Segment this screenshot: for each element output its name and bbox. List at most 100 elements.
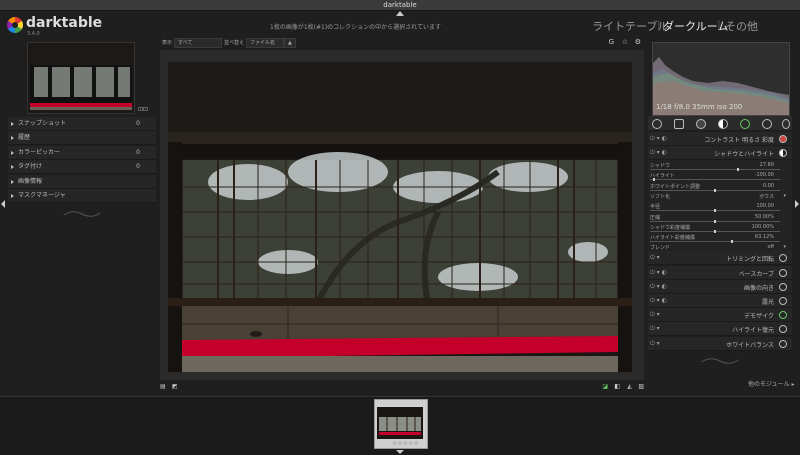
navigation-preview[interactable] <box>27 42 135 114</box>
styles-icon[interactable]: ◩ <box>172 383 178 390</box>
base-group-icon[interactable] <box>696 119 706 129</box>
filter-select[interactable]: すべて <box>174 38 222 48</box>
module-name: コントラスト 明るさ 彩度 <box>704 137 774 144</box>
thumbnail-rating-stars[interactable]: ☆☆☆☆☆ <box>392 440 419 447</box>
gamut-check-icon[interactable]: ◧ <box>614 383 620 390</box>
param-value: 0.00 <box>762 182 774 189</box>
power-icon[interactable] <box>652 119 662 129</box>
sort-order-button[interactable]: ▲ <box>284 38 296 48</box>
app-name: darktable <box>26 15 103 31</box>
effect-group-icon[interactable] <box>782 119 790 129</box>
module-color-picker[interactable]: カラーピッカー 0 <box>8 146 156 160</box>
collection-info: 1枚の画像が1枚(#1)のコレクションの中から選択されています <box>270 24 441 31</box>
param-slider-handle[interactable] <box>714 209 716 213</box>
expand-arrow-icon <box>11 179 14 184</box>
param-slider-handle[interactable] <box>730 240 733 244</box>
param-value: 27.60 <box>759 162 774 168</box>
filter-label: 表示 <box>162 40 173 46</box>
module-demosaic[interactable]: ⏻ ▾ デモザイク <box>648 308 792 322</box>
module-white-balance[interactable]: ⏻ ▾ ホワイトバランス <box>648 337 792 351</box>
param-row[interactable]: シャドウ 27.60 <box>650 162 788 171</box>
module-label: スナップショット <box>18 120 67 127</box>
guides-icon[interactable]: ▨ <box>638 383 644 390</box>
color-group-icon[interactable] <box>740 119 750 129</box>
dropdown-arrow-icon[interactable]: ▾ <box>783 244 786 250</box>
param-row[interactable]: ハイライト -100.00 <box>650 172 788 182</box>
param-slider-handle[interactable] <box>714 229 716 233</box>
view-separator: | <box>657 18 661 31</box>
module-group-bar <box>648 116 792 130</box>
view-other[interactable]: その他 <box>725 18 758 34</box>
module-controls-icon[interactable]: ⏻ ▾ <box>650 340 660 348</box>
tone-group-icon[interactable] <box>718 119 728 129</box>
module-controls-icon[interactable]: ⏻ ▾ ◐ <box>650 149 667 157</box>
grouping-icon[interactable]: G <box>609 38 614 46</box>
module-controls-icon[interactable]: ⏻ ▾ <box>650 311 660 319</box>
module-history[interactable]: 履歴 <box>8 131 156 145</box>
more-modules-button[interactable]: 他のモジュール ▸ <box>748 379 795 388</box>
module-badge: 0 <box>136 163 140 170</box>
zoom-fit-icon[interactable]: ⊡⊡ <box>138 106 148 113</box>
param-value: off <box>767 244 774 251</box>
quick-access-icon[interactable]: ▤ <box>160 383 166 390</box>
param-value: 63.12% <box>754 234 774 241</box>
param-slider-handle[interactable] <box>652 178 655 182</box>
module-controls-icon[interactable]: ⏻ ▾ <box>650 254 660 262</box>
module-controls-icon[interactable]: ⏻ ▾ ◐ <box>650 297 667 305</box>
collapse-left-panel-arrow[interactable] <box>1 200 5 208</box>
collapse-right-panel-arrow[interactable] <box>795 200 799 208</box>
module-exposure[interactable]: ⏻ ▾ ◐ 露光 <box>648 294 792 308</box>
sort-select[interactable]: ファイル名 <box>246 38 284 48</box>
module-mask-manager[interactable]: マスクマネージャ <box>8 189 156 203</box>
param-row[interactable]: シャドウ彩度補償 100.00% <box>650 224 788 233</box>
expand-arrow-icon <box>11 193 14 198</box>
module-image-info[interactable]: 画像情報 <box>8 175 156 189</box>
module-base-curve[interactable]: ⏻ ▾ ◐ ベースカーブ <box>648 266 792 280</box>
module-name: トリミングと回転 <box>725 256 774 263</box>
collapse-top-panel-arrow[interactable] <box>396 11 404 16</box>
param-row[interactable]: ハイライト彩度補償 63.12% <box>650 234 788 244</box>
app-version: 3.4.0 <box>27 31 40 37</box>
module-name: ホワイトバランス <box>726 342 774 349</box>
dropdown-arrow-icon[interactable]: ▾ <box>783 193 786 199</box>
param-slider-track[interactable] <box>650 169 780 170</box>
star-icon[interactable]: ☆ <box>622 38 628 46</box>
module-orientation[interactable]: ⏻ ▾ ◐ 画像の向き <box>648 280 792 294</box>
param-row[interactable]: 半径 100.00 <box>650 203 788 213</box>
param-slider-handle[interactable] <box>714 188 716 192</box>
module-tagging[interactable]: タグ付け 0 <box>8 160 156 174</box>
param-slider-handle[interactable] <box>737 168 740 171</box>
softproof-icon[interactable]: ◪ <box>602 383 608 390</box>
module-controls-icon[interactable]: ⏻ ▾ ◐ <box>650 283 667 291</box>
module-controls-icon[interactable]: ⏻ ▾ ◐ <box>650 269 667 277</box>
panel-end-ornament-icon <box>63 211 101 217</box>
module-highlight-reconstruction[interactable]: ⏻ ▾ ハイライト復元 <box>648 322 792 336</box>
navigation-preview-image <box>28 43 134 113</box>
photo-image <box>168 62 632 372</box>
module-controls-icon[interactable]: ⏻ ▾ <box>650 325 660 333</box>
module-crop-rotate[interactable]: ⏻ ▾ トリミングと回転 <box>648 251 792 265</box>
param-row[interactable]: 圧縮 50.00% <box>650 214 788 223</box>
param-slider-track[interactable] <box>650 179 780 181</box>
param-slider-handle[interactable] <box>714 219 716 223</box>
gear-icon[interactable]: ⚙ <box>635 38 641 46</box>
module-contrast-brightness-saturation[interactable]: ⏻ ▾ ◐ コントラスト 明るさ 彩度 <box>648 132 792 146</box>
module-shadows-highlights[interactable]: ⏻ ▾ ◐ シャドウとハイライト <box>648 146 792 160</box>
raw-overexposed-icon[interactable]: ◭ <box>627 383 632 390</box>
favorite-icon[interactable] <box>674 119 684 129</box>
main-photo[interactable] <box>168 62 632 372</box>
param-row[interactable]: ホワイトポイント調整 0.00 <box>650 182 788 192</box>
param-row[interactable]: ソフト化 ガウス ▾ <box>650 193 788 200</box>
more-modules-label: 他のモジュール <box>748 381 790 388</box>
module-name: 画像の向き <box>743 285 774 292</box>
exif-info: 1/18 f/8.0 35mm iso 200 <box>656 103 743 111</box>
param-label: ソフト化 <box>650 193 671 200</box>
module-controls-icon[interactable]: ⏻ ▾ ◐ <box>650 135 667 143</box>
module-badge: 0 <box>136 149 140 156</box>
collapse-bottom-panel-arrow[interactable] <box>396 450 404 454</box>
module-label: タグ付け <box>18 163 43 170</box>
module-snapshots[interactable]: スナップショット 0 <box>8 117 156 131</box>
module-badge: 0 <box>136 120 140 127</box>
param-slider-track[interactable] <box>650 241 780 243</box>
correct-group-icon[interactable] <box>762 119 772 129</box>
